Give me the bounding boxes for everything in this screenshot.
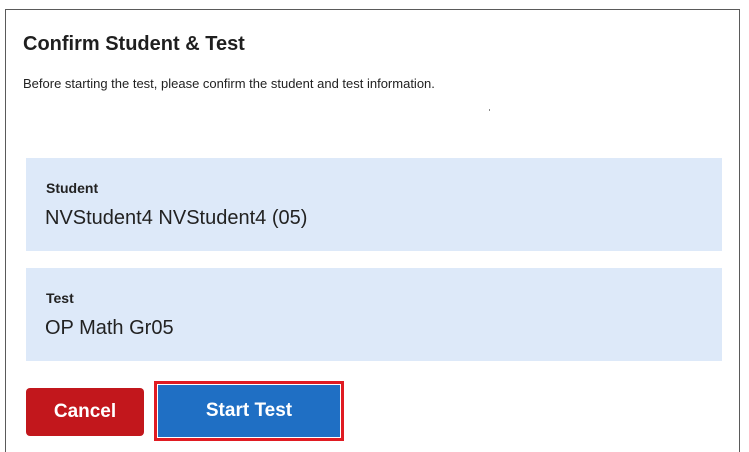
student-info-panel: Student NVStudent4 NVStudent4 (05) [26,158,722,251]
start-test-button[interactable]: Start Test [158,385,340,437]
test-info-panel: Test OP Math Gr05 [26,268,722,361]
test-name-value: OP Math Gr05 [45,317,174,339]
scan-artifact-dot [489,109,490,111]
student-name-value: NVStudent4 NVStudent4 (05) [45,207,308,229]
test-label: Test [46,290,74,306]
dialog-title: Confirm Student & Test [23,33,245,55]
cancel-button[interactable]: Cancel [26,388,144,436]
student-label: Student [46,180,99,196]
confirm-dialog: Confirm Student & Test Before starting t… [5,9,740,452]
dialog-instructions: Before starting the test, please confirm… [23,76,435,91]
